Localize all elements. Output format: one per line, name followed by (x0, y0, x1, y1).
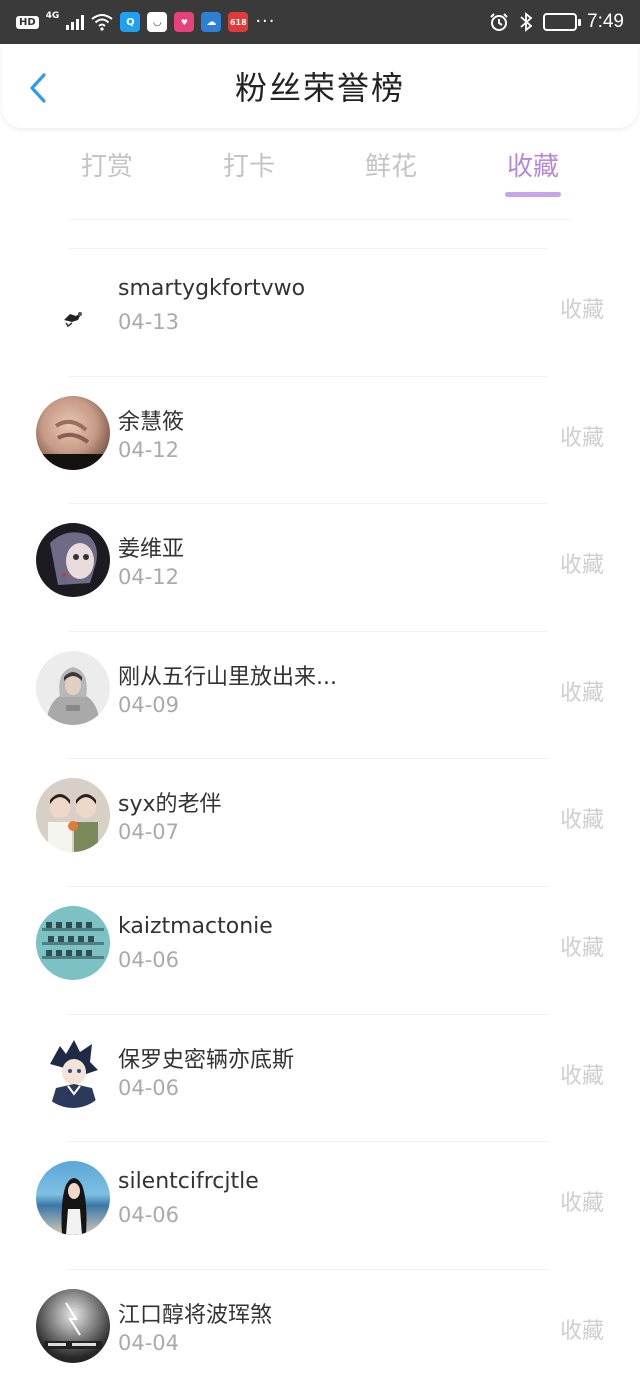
search-app-icon: Q (120, 12, 141, 32)
favorite-date: 04-13 (118, 310, 180, 334)
divider (68, 503, 548, 505)
list-item[interactable]: 姜维亚 04-12 收藏 (0, 503, 640, 631)
list-item[interactable]: 余慧筱 04-12 收藏 (0, 375, 640, 504)
favorite-date: 04-09 (118, 692, 180, 717)
back-button[interactable] (20, 70, 56, 106)
user-name: syx的老伴 (118, 792, 222, 818)
wifi-icon (91, 14, 113, 31)
tab-tip[interactable]: 打赏 (57, 146, 157, 183)
divider (68, 885, 548, 887)
clock: 7:49 (587, 11, 624, 32)
user-name: 余慧筱 (118, 409, 185, 435)
user-name: 刚从五行山里放出来... (118, 664, 337, 690)
list-item[interactable]: smartygkfortvwo 04-13 收藏 (0, 248, 640, 376)
avatar[interactable] (36, 395, 110, 470)
page-title: 粉丝荣誉榜 (234, 69, 405, 107)
list-item[interactable]: syx的老伴 04-07 收藏 (0, 758, 640, 886)
tab-checkin[interactable]: 打卡 (199, 146, 299, 183)
user-name: silentcifrcjtle (118, 1169, 259, 1195)
favorite-date: 04-12 (118, 565, 180, 590)
favorite-date: 04-04 (118, 1330, 180, 1355)
list-item[interactable]: 保罗史密辆亦底斯 04-06 收藏 (0, 1013, 640, 1142)
user-name: smartygkfortvwo (118, 276, 306, 301)
divider (68, 1141, 548, 1143)
user-name: 保罗史密辆亦底斯 (118, 1047, 295, 1073)
fan-list: smartygkfortvwo 04-13 收藏 余慧筱 04-12 收藏 姜维… (0, 248, 640, 1387)
user-name: 江口醇将波珲煞 (118, 1302, 273, 1328)
list-item[interactable]: silentcifrcjtle 04-06 收藏 (0, 1141, 640, 1269)
action-label: 收藏 (559, 1063, 604, 1089)
tab-favorites[interactable]: 收藏 (483, 146, 583, 183)
action-label: 收藏 (559, 1318, 604, 1344)
list-item[interactable]: kaiztmactonie 04-06 收藏 (0, 885, 640, 1014)
user-name: kaiztmactonie (118, 913, 273, 939)
tab-bar: 打赏 打卡 鲜花 收藏 (0, 140, 640, 210)
action-label: 收藏 (559, 425, 604, 451)
action-label: 收藏 (559, 808, 604, 834)
divider (68, 375, 548, 377)
avatar[interactable] (36, 1161, 110, 1236)
avatar[interactable] (36, 650, 110, 725)
user-name: 姜维亚 (118, 537, 185, 563)
action-label: 收藏 (559, 553, 604, 579)
favorite-date: 04-07 (118, 820, 180, 845)
signal-icon (66, 14, 85, 30)
avatar[interactable] (36, 1288, 110, 1363)
action-label: 收藏 (559, 1191, 604, 1217)
more-notifications: ··· (255, 11, 276, 32)
divider (68, 248, 548, 249)
divider (68, 1268, 548, 1270)
network-type: 4G (45, 11, 60, 21)
avatar[interactable] (36, 1033, 110, 1108)
list-item[interactable]: 刚从五行山里放出来... 04-09 收藏 (0, 630, 640, 759)
shop-app-icon: ◡ (147, 12, 168, 32)
avatar[interactable] (36, 905, 110, 980)
list-item[interactable]: 江口醇将波珲煞 04-04 收藏 (0, 1268, 640, 1387)
hd-indicator: HD (16, 15, 39, 29)
header-bar: 粉丝荣誉榜 (2, 44, 638, 128)
action-label: 收藏 (559, 680, 604, 706)
sale-618-app-icon: 618 (228, 12, 249, 32)
battery-icon (543, 13, 582, 31)
cloud-app-icon: ☁ (201, 12, 222, 32)
divider (68, 219, 572, 220)
favorite-date: 04-06 (118, 1075, 180, 1100)
active-tab-indicator (505, 192, 561, 197)
divider (68, 630, 548, 632)
action-label: 收藏 (559, 298, 604, 323)
divider (68, 758, 548, 760)
chevron-left-icon (30, 73, 46, 103)
avatar[interactable] (36, 523, 110, 598)
tab-flowers[interactable]: 鲜花 (341, 146, 441, 183)
alarm-icon (490, 13, 508, 31)
action-label: 收藏 (559, 935, 604, 961)
divider (68, 1013, 548, 1015)
avatar[interactable] (36, 268, 110, 342)
promo-app-icon: ♥ (174, 12, 195, 32)
status-bar: HD 4G Q ◡ ♥ ☁ 618 ··· 7:49 (0, 0, 640, 44)
favorite-date: 04-12 (118, 437, 180, 462)
bluetooth-icon (520, 12, 533, 32)
avatar[interactable] (36, 778, 110, 853)
favorite-date: 04-06 (118, 947, 180, 972)
favorite-date: 04-06 (118, 1203, 180, 1228)
